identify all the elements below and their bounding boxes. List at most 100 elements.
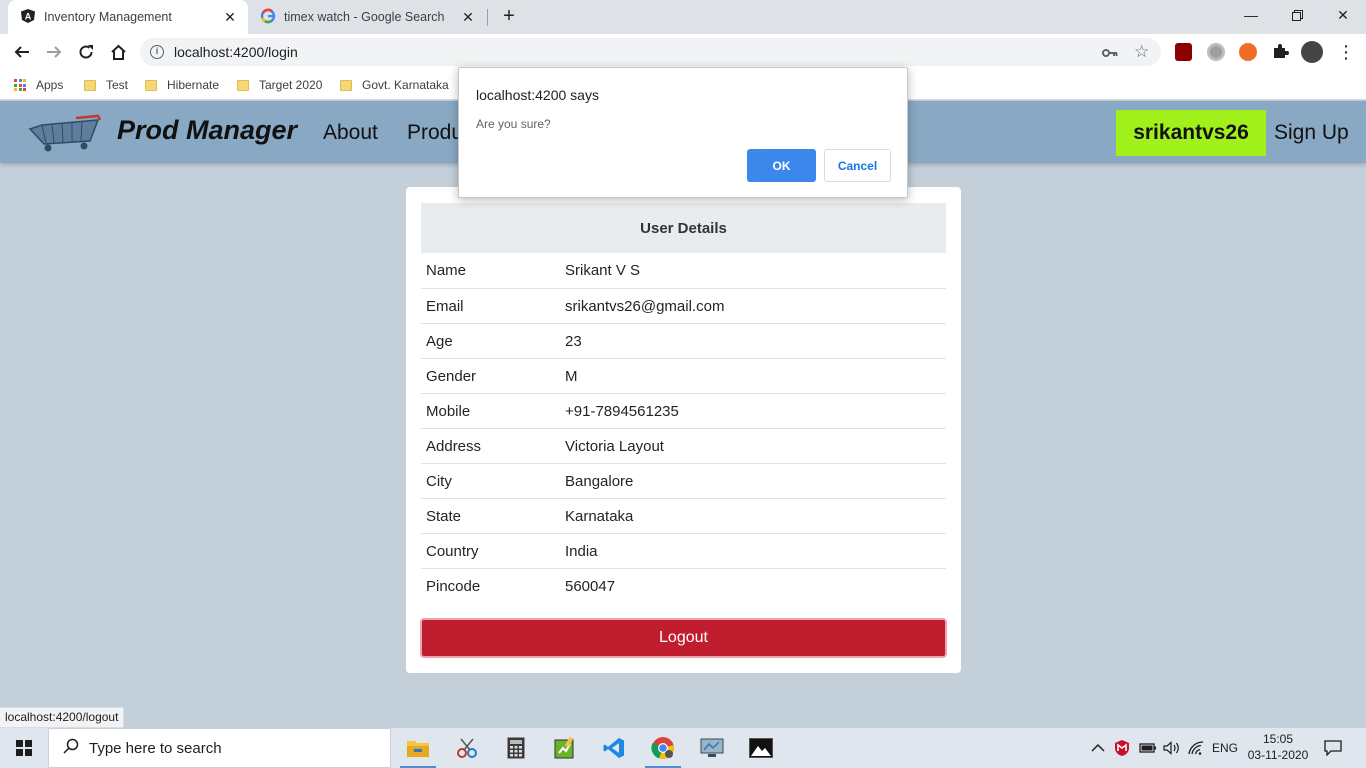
row-value: Victoria Layout — [565, 437, 664, 455]
notifications-icon[interactable] — [1324, 728, 1342, 768]
row-label: State — [426, 507, 462, 525]
table-row: Address Victoria Layout — [421, 428, 946, 463]
snipping-tool-icon[interactable] — [443, 728, 491, 768]
row-label: Mobile — [426, 402, 471, 420]
bookmark-govt-karnataka[interactable]: Govt. Karnataka — [340, 77, 449, 93]
table-row: Mobile +91-7894561235 — [421, 393, 946, 428]
nav-products[interactable]: Produ — [407, 121, 463, 145]
row-value: Bangalore — [565, 472, 634, 490]
row-label: Email — [426, 297, 464, 315]
row-label: Pincode — [426, 577, 481, 595]
mcafee-shield-icon[interactable] — [1114, 728, 1130, 768]
chrome-icon[interactable] — [639, 728, 687, 768]
row-value: 23 — [565, 332, 582, 350]
file-explorer-icon[interactable] — [394, 728, 442, 768]
folder-icon — [237, 79, 249, 91]
folder-icon — [84, 79, 96, 91]
row-label: Gender — [426, 367, 477, 385]
row-value: Karnataka — [565, 507, 634, 525]
apps-grid-icon — [14, 79, 26, 91]
browser-toolbar: i localhost:4200/login ☆ ⋮ — [0, 34, 1366, 70]
taskbar-search-box[interactable]: Type here to search — [48, 728, 391, 768]
row-label: Country — [426, 542, 479, 560]
restore-icon[interactable] — [1274, 0, 1320, 30]
row-value: 560047 — [565, 577, 616, 595]
ublock-extension-icon[interactable] — [1175, 43, 1192, 61]
table-row: Age 23 — [421, 323, 946, 358]
row-value: srikantvs26@gmail.com — [565, 297, 725, 315]
brand-title[interactable]: Prod Manager — [117, 115, 297, 146]
username-button[interactable]: srikantvs26 — [1116, 110, 1266, 156]
address-bar[interactable]: i localhost:4200/login ☆ — [140, 38, 1161, 66]
row-label: Name — [426, 262, 467, 279]
close-tab-icon[interactable]: ✕ — [222, 9, 238, 26]
minimize-icon[interactable]: — — [1228, 0, 1274, 30]
back-arrow-icon[interactable] — [9, 39, 35, 65]
menu-kebab-icon[interactable]: ⋮ — [1333, 39, 1359, 65]
user-details-heading: User Details — [421, 203, 946, 253]
speaker-volume-icon[interactable] — [1163, 728, 1181, 768]
close-window-icon[interactable]: ✕ — [1320, 0, 1366, 30]
reload-icon[interactable] — [73, 39, 99, 65]
profile-avatar[interactable] — [1301, 41, 1323, 63]
home-icon[interactable] — [105, 39, 131, 65]
photos-icon[interactable] — [737, 728, 785, 768]
status-bar-url: localhost:4200/logout — [0, 707, 125, 728]
tab-title: timex watch - Google Search — [284, 10, 445, 24]
folder-icon — [145, 79, 157, 91]
show-hidden-icons-chevron-icon[interactable] — [1091, 728, 1105, 768]
dialog-cancel-button[interactable]: Cancel — [824, 149, 891, 182]
extensions-puzzle-icon[interactable] — [1271, 42, 1289, 60]
logout-button[interactable]: Logout — [420, 618, 947, 658]
svg-text:A: A — [25, 11, 32, 21]
remote-desktop-icon[interactable] — [688, 728, 736, 768]
close-tab-icon[interactable]: ✕ — [460, 9, 476, 26]
bookmark-star-icon[interactable]: ☆ — [1134, 42, 1149, 62]
bookmark-label: Apps — [36, 78, 64, 92]
new-tab-button[interactable]: + — [498, 6, 520, 28]
calculator-icon[interactable] — [492, 728, 540, 768]
nav-sign-up[interactable]: Sign Up — [1274, 121, 1349, 145]
nav-about[interactable]: About — [323, 121, 378, 145]
shopping-cart-logo-icon[interactable] — [28, 111, 102, 153]
table-row: Gender M — [421, 358, 946, 393]
table-row: Name Srikant V S — [421, 253, 946, 288]
bookmark-target-2020[interactable]: Target 2020 — [237, 77, 322, 93]
extension-orange-icon[interactable] — [1239, 43, 1257, 61]
wifi-network-icon[interactable] — [1188, 728, 1204, 768]
windows-taskbar: Type here to search ENG 15:05 03-11-2020 — [0, 728, 1366, 768]
table-row: City Bangalore — [421, 463, 946, 498]
tab-inventory-management[interactable]: A Inventory Management ✕ — [8, 0, 248, 34]
sticky-notes-icon[interactable] — [541, 728, 589, 768]
tab-google-search[interactable]: timex watch - Google Search ✕ — [250, 0, 486, 34]
site-info-icon[interactable]: i — [150, 45, 164, 59]
row-label: Address — [426, 437, 482, 455]
bookmark-apps[interactable]: Apps — [14, 77, 63, 93]
forward-arrow-icon[interactable] — [41, 39, 67, 65]
user-details-table: Name Srikant V S Email srikantvs26@gmail.c… — [421, 253, 946, 603]
key-icon[interactable] — [1102, 45, 1118, 62]
input-language-indicator[interactable]: ENG — [1212, 728, 1238, 768]
search-icon — [63, 738, 79, 759]
vscode-icon[interactable] — [590, 728, 638, 768]
row-label: City — [426, 472, 452, 490]
battery-icon[interactable] — [1139, 728, 1157, 768]
bookmark-label: Target 2020 — [259, 78, 323, 92]
taskbar-clock[interactable]: 15:05 03-11-2020 — [1238, 731, 1318, 763]
extension-circle-icon[interactable] — [1207, 43, 1225, 61]
dialog-ok-button[interactable]: OK — [747, 149, 816, 182]
angular-icon: A — [20, 8, 36, 27]
bookmark-test[interactable]: Test — [84, 77, 128, 93]
user-details-card: User Details Name Srikant V S Email srikan… — [406, 187, 961, 673]
row-value: +91-7894561235 — [565, 402, 679, 420]
start-button[interactable] — [0, 728, 48, 768]
confirm-dialog: localhost:4200 says Are you sure? OK Can… — [458, 67, 908, 198]
bookmark-label: Hibernate — [167, 78, 220, 92]
folder-icon — [340, 79, 352, 91]
bookmark-hibernate[interactable]: Hibernate — [145, 77, 219, 93]
table-row: Country India — [421, 533, 946, 568]
tab-separator — [487, 9, 488, 26]
clock-date: 03-11-2020 — [1247, 748, 1309, 762]
clock-time: 15:05 — [1262, 732, 1294, 746]
tab-strip: A Inventory Management ✕ timex watch - G… — [0, 0, 1366, 34]
